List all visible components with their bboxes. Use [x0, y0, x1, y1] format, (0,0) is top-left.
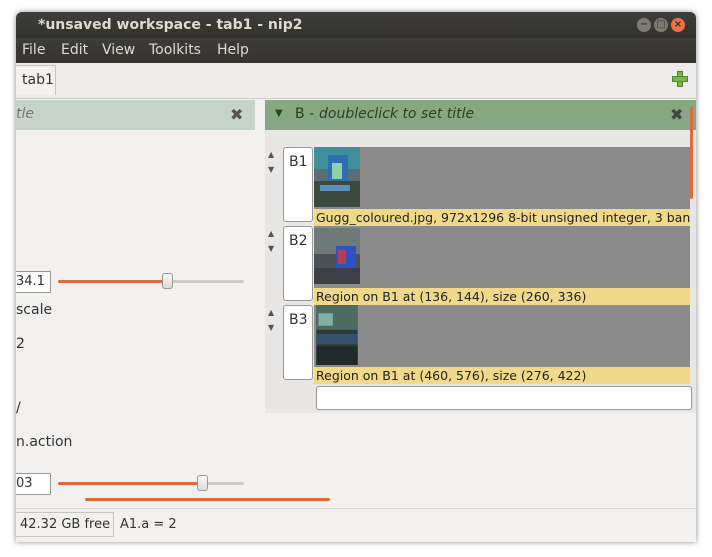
option-scale[interactable]: scale: [16, 302, 52, 318]
row-b3: ▲ ▼ B3 Region on B1 at (460, 576), size …: [265, 305, 696, 384]
tab-tab1[interactable]: tab1: [16, 65, 56, 95]
window-title: *unsaved workspace - tab1 - nip2: [38, 17, 303, 33]
menu-help[interactable]: Help: [217, 42, 249, 58]
row-label-b1[interactable]: B1: [283, 147, 313, 222]
close-window-button[interactable]: ×: [671, 18, 685, 32]
image-thumbnail[interactable]: [314, 226, 360, 286]
slider-handle-2[interactable]: [197, 475, 208, 491]
option-slash: /: [16, 400, 21, 416]
image-view-b3[interactable]: [314, 305, 690, 367]
column-b-name: B -: [295, 106, 315, 122]
maximize-button[interactable]: □: [654, 18, 668, 32]
image-thumbnail[interactable]: [314, 147, 360, 207]
minimize-button[interactable]: −: [637, 18, 651, 32]
image-view-b1[interactable]: [314, 147, 690, 209]
image-view-b2[interactable]: [314, 226, 690, 288]
option-action[interactable]: n.action: [16, 434, 72, 450]
vertical-scrollbar[interactable]: [690, 107, 693, 199]
slider-fill-2: [58, 482, 203, 485]
column-a: tle ✖ 34.1 scale 2 / n.action 03: [16, 100, 255, 500]
column-b: ▼ B - doubleclick to set title ✖ ▲ ▼ B1 …: [265, 100, 696, 413]
menu-edit[interactable]: Edit: [61, 42, 88, 58]
caption-b1: Gugg_coloured.jpg, 972x1296 8-bit unsign…: [314, 209, 690, 226]
spin-down-icon[interactable]: ▼: [268, 322, 274, 334]
spin-down-icon[interactable]: ▼: [268, 164, 274, 176]
column-a-header[interactable]: tle ✖: [16, 100, 255, 130]
close-column-b-icon[interactable]: ✖: [670, 105, 683, 124]
caption-b2: Region on B1 at (136, 144), size (260, 3…: [314, 288, 690, 305]
plus-icon[interactable]: [672, 71, 688, 87]
row-label-b3[interactable]: B3: [283, 305, 313, 380]
slider-value-field-2[interactable]: 03: [16, 473, 51, 495]
column-b-header[interactable]: ▼ B - doubleclick to set title ✖: [265, 100, 696, 130]
row-b1: ▲ ▼ B1 Gugg_coloured.jpg, 972x1296 8-bit…: [265, 147, 696, 226]
status-bar: 42.32 GB free A1.a = 2: [16, 508, 696, 542]
slider-track[interactable]: [58, 273, 244, 289]
slider-fill: [58, 280, 168, 283]
spin-up-icon[interactable]: ▲: [268, 307, 274, 319]
menu-toolkits[interactable]: Toolkits: [149, 42, 201, 58]
expression-entry[interactable]: [316, 386, 692, 410]
free-space-indicator: 42.32 GB free: [16, 512, 114, 537]
horizontal-scrollbar[interactable]: [85, 498, 330, 501]
menu-file[interactable]: File: [22, 42, 45, 58]
slider-track-2[interactable]: [58, 475, 244, 491]
option-2: 2: [16, 336, 25, 352]
image-thumbnail[interactable]: [314, 305, 360, 365]
tab-strip: tab1: [16, 63, 696, 99]
collapse-icon[interactable]: ▼: [275, 108, 283, 119]
menu-bar: File Edit View Toolkits Help: [16, 38, 696, 63]
spin-up-icon[interactable]: ▲: [268, 149, 274, 161]
title-bar: *unsaved workspace - tab1 - nip2 − □ ×: [16, 12, 696, 38]
spin-down-icon[interactable]: ▼: [268, 243, 274, 255]
close-column-a-icon[interactable]: ✖: [230, 105, 243, 124]
slider-handle[interactable]: [162, 273, 173, 289]
row-b2: ▲ ▼ B2 Region on B1 at (136, 144), size …: [265, 226, 696, 305]
column-b-title[interactable]: doubleclick to set title: [319, 106, 474, 122]
app-window: *unsaved workspace - tab1 - nip2 − □ × F…: [16, 12, 696, 542]
row-label-b2[interactable]: B2: [283, 226, 313, 301]
slider-value-field[interactable]: 34.1: [16, 271, 51, 293]
status-message: A1.a = 2: [120, 517, 177, 532]
menu-view[interactable]: View: [102, 42, 135, 58]
spin-up-icon[interactable]: ▲: [268, 228, 274, 240]
caption-b3: Region on B1 at (460, 576), size (276, 4…: [314, 367, 690, 384]
column-a-title[interactable]: tle: [16, 106, 34, 122]
